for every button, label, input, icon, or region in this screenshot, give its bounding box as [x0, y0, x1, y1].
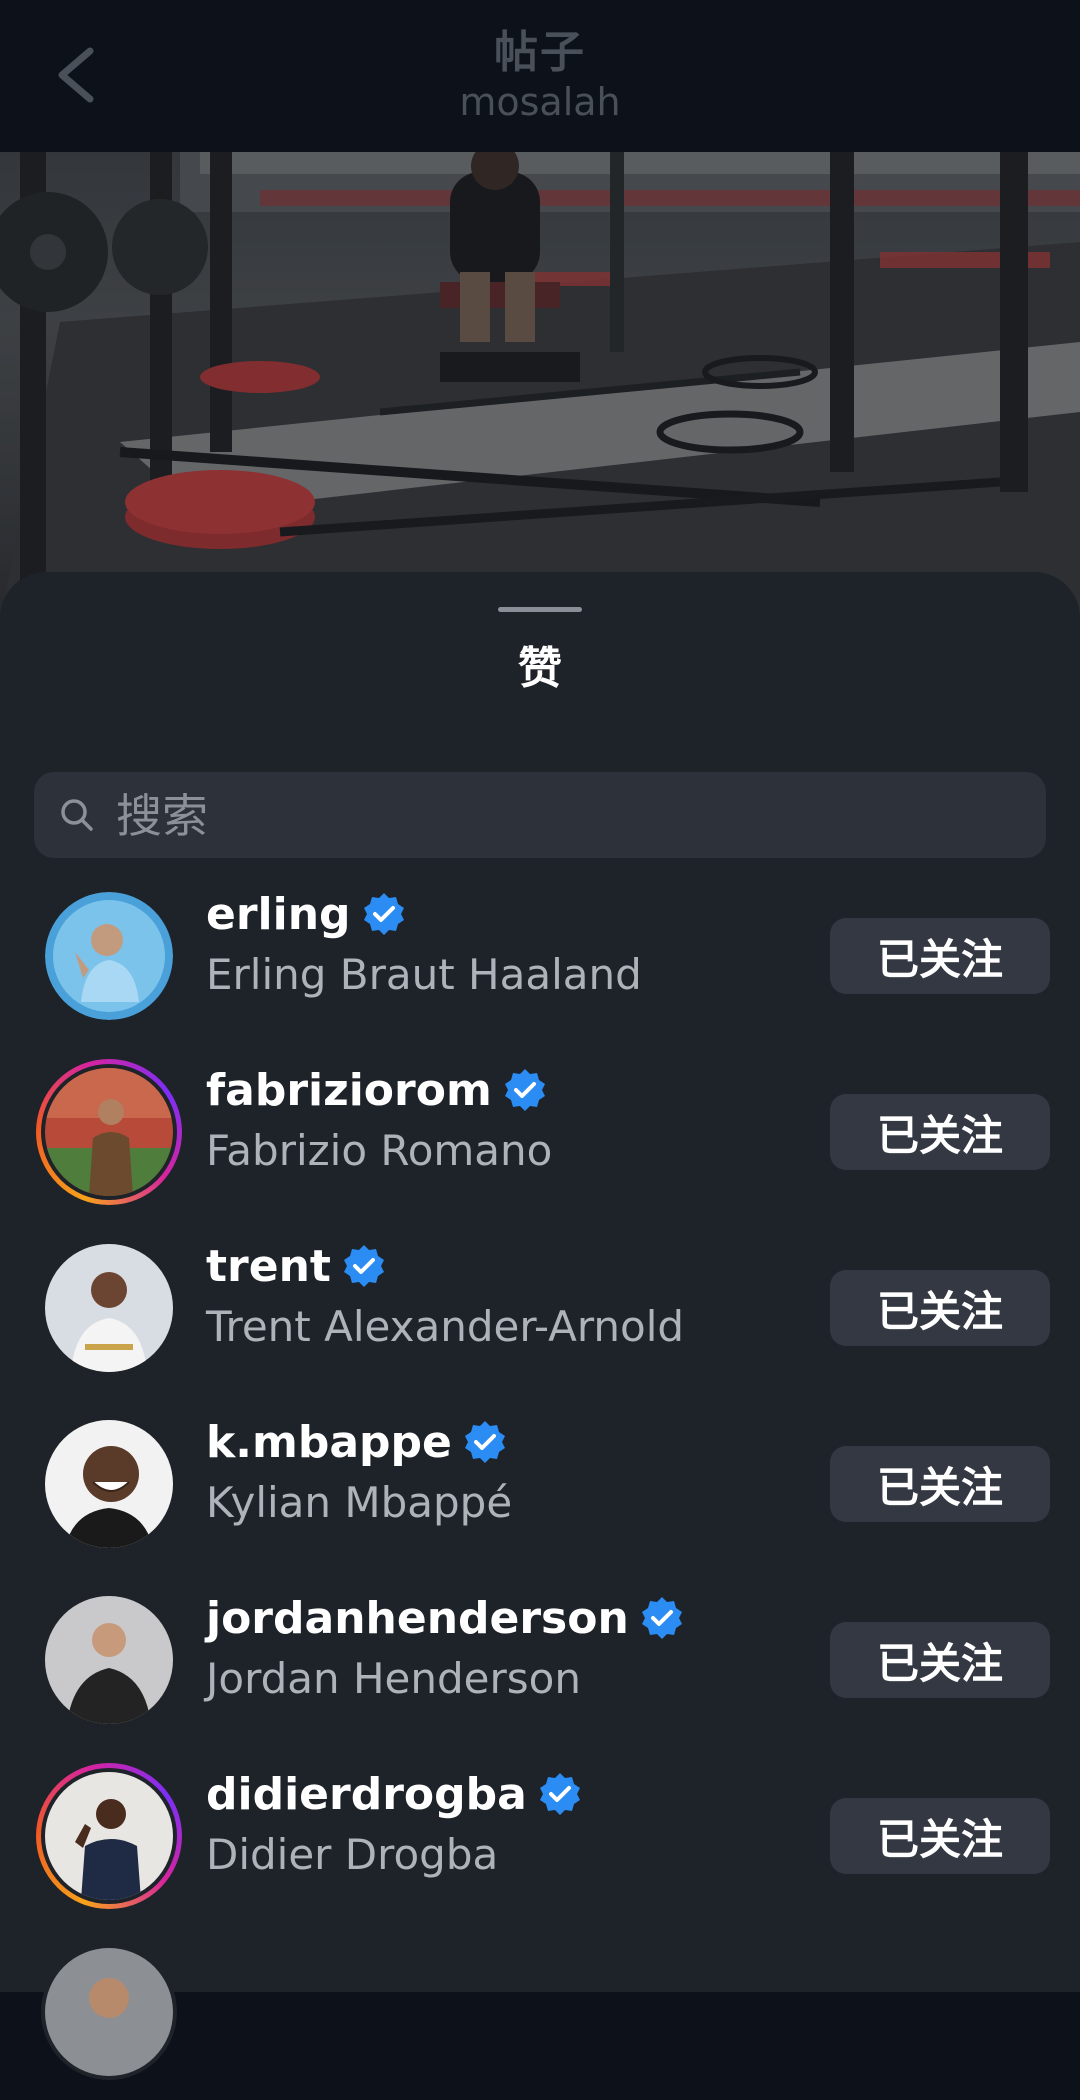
- avatar-photo: [45, 892, 173, 1020]
- list-item[interactable]: jordanhenderson Jordan Henderson 已关注: [0, 1572, 1080, 1748]
- username[interactable]: didierdrogba: [206, 1769, 527, 1820]
- list-item[interactable]: fabriziorom Fabrizio Romano 已关注: [0, 1044, 1080, 1220]
- verified-badge-icon: [343, 1245, 384, 1287]
- full-name: Erling Braut Haaland: [206, 950, 642, 999]
- top-nav-bar: 帖子 mosalah: [0, 0, 1080, 152]
- username[interactable]: jordanhenderson: [206, 1593, 629, 1644]
- full-name: Fabrizio Romano: [206, 1126, 553, 1175]
- list-item[interactable]: k.mbappe Kylian Mbappé 已关注: [0, 1396, 1080, 1572]
- list-item-partial[interactable]: [0, 1924, 1080, 2100]
- post-photo[interactable]: [0, 152, 1080, 622]
- verified-badge-icon: [539, 1773, 580, 1815]
- following-button[interactable]: 已关注: [830, 1622, 1050, 1698]
- list-item[interactable]: erling Erling Braut Haaland 已关注: [0, 868, 1080, 1044]
- avatar[interactable]: [36, 883, 182, 1029]
- verified-badge-icon: [641, 1597, 682, 1639]
- likes-sheet: 赞 erling: [0, 572, 1080, 2080]
- post-author-username: mosalah: [459, 80, 621, 124]
- avatar[interactable]: [36, 1939, 182, 2085]
- avatar-with-story-ring[interactable]: [36, 1763, 182, 1909]
- following-button[interactable]: 已关注: [830, 1270, 1050, 1346]
- username[interactable]: trent: [206, 1241, 331, 1292]
- full-name: Kylian Mbappé: [206, 1478, 513, 1527]
- avatar-photo: [45, 1068, 173, 1196]
- avatar-photo: [45, 1244, 173, 1372]
- search-input[interactable]: [114, 772, 1018, 860]
- following-button[interactable]: 已关注: [830, 1798, 1050, 1874]
- following-button[interactable]: 已关注: [830, 1446, 1050, 1522]
- sheet-title: 赞: [518, 643, 562, 694]
- following-button[interactable]: 已关注: [830, 918, 1050, 994]
- username[interactable]: fabriziorom: [206, 1065, 492, 1116]
- avatar[interactable]: [36, 1411, 182, 1557]
- avatar[interactable]: [36, 1587, 182, 1733]
- search-bar[interactable]: [34, 772, 1046, 860]
- verified-badge-icon: [363, 893, 404, 935]
- username[interactable]: k.mbappe: [206, 1417, 452, 1468]
- following-button[interactable]: 已关注: [830, 1094, 1050, 1170]
- avatar-photo: [45, 1772, 173, 1900]
- avatar-photo: [45, 1596, 173, 1724]
- list-item[interactable]: trent Trent Alexander-Arnold 已关注: [0, 1220, 1080, 1396]
- list-item[interactable]: didierdrogba Didier Drogba 已关注: [0, 1748, 1080, 1924]
- avatar-with-story-ring[interactable]: [36, 1059, 182, 1205]
- username[interactable]: erling: [206, 889, 351, 940]
- full-name: Jordan Henderson: [206, 1654, 581, 1703]
- full-name: Didier Drogba: [206, 1830, 499, 1879]
- page-title: 帖子: [494, 27, 586, 78]
- full-name: Trent Alexander-Arnold: [206, 1302, 685, 1351]
- avatar-photo: [45, 1948, 173, 2076]
- gym-photo-illustration: [0, 152, 1080, 622]
- verified-badge-icon: [464, 1421, 505, 1463]
- avatar[interactable]: [36, 1235, 182, 1381]
- search-icon: [61, 799, 93, 831]
- sheet-drag-handle[interactable]: [498, 607, 582, 612]
- avatar-photo: [45, 1420, 173, 1548]
- verified-badge-icon: [504, 1069, 545, 1111]
